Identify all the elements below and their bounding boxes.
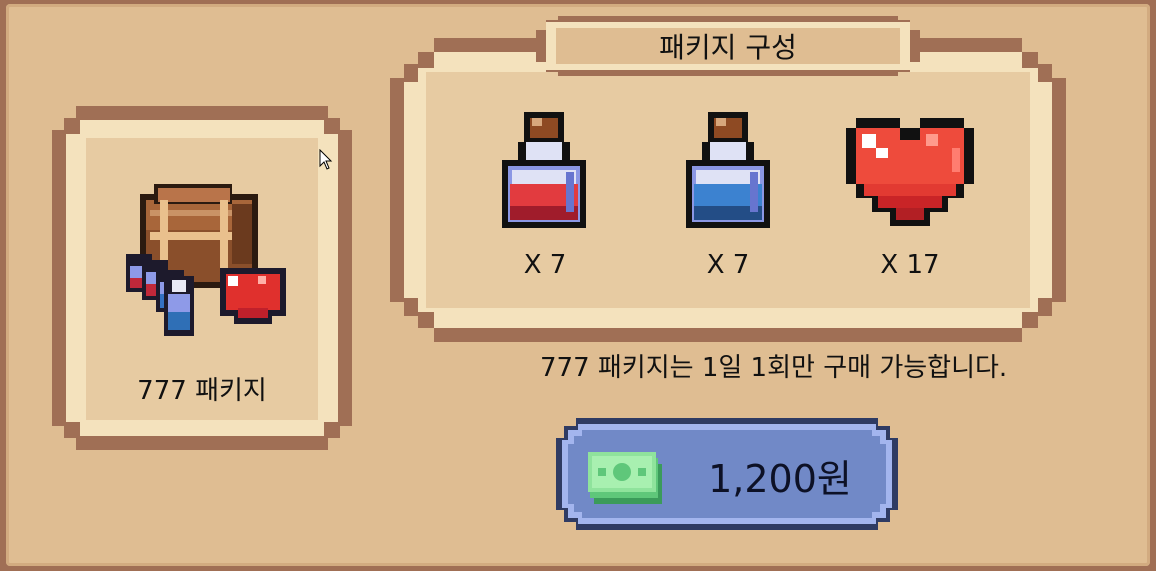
cash-icon — [588, 452, 662, 504]
item-label-blue-potion: X 7 — [706, 250, 750, 280]
price-label: 1,200원 — [708, 457, 852, 501]
treasure-chest-bundle-icon — [126, 184, 286, 336]
item-label-heart: X 17 — [880, 250, 940, 280]
red-potion-icon — [502, 112, 586, 228]
heart-icon — [846, 118, 974, 226]
mouse-cursor-icon — [319, 149, 333, 170]
composition-title: 패키지 구성 — [659, 31, 797, 64]
package-name: 777 패키지 — [137, 376, 267, 406]
item-label-red-potion: X 7 — [523, 250, 567, 280]
blue-potion-icon — [686, 112, 770, 228]
purchase-limit-notice: 777 패키지는 1일 1회만 구매 가능합니다. — [540, 353, 1008, 383]
